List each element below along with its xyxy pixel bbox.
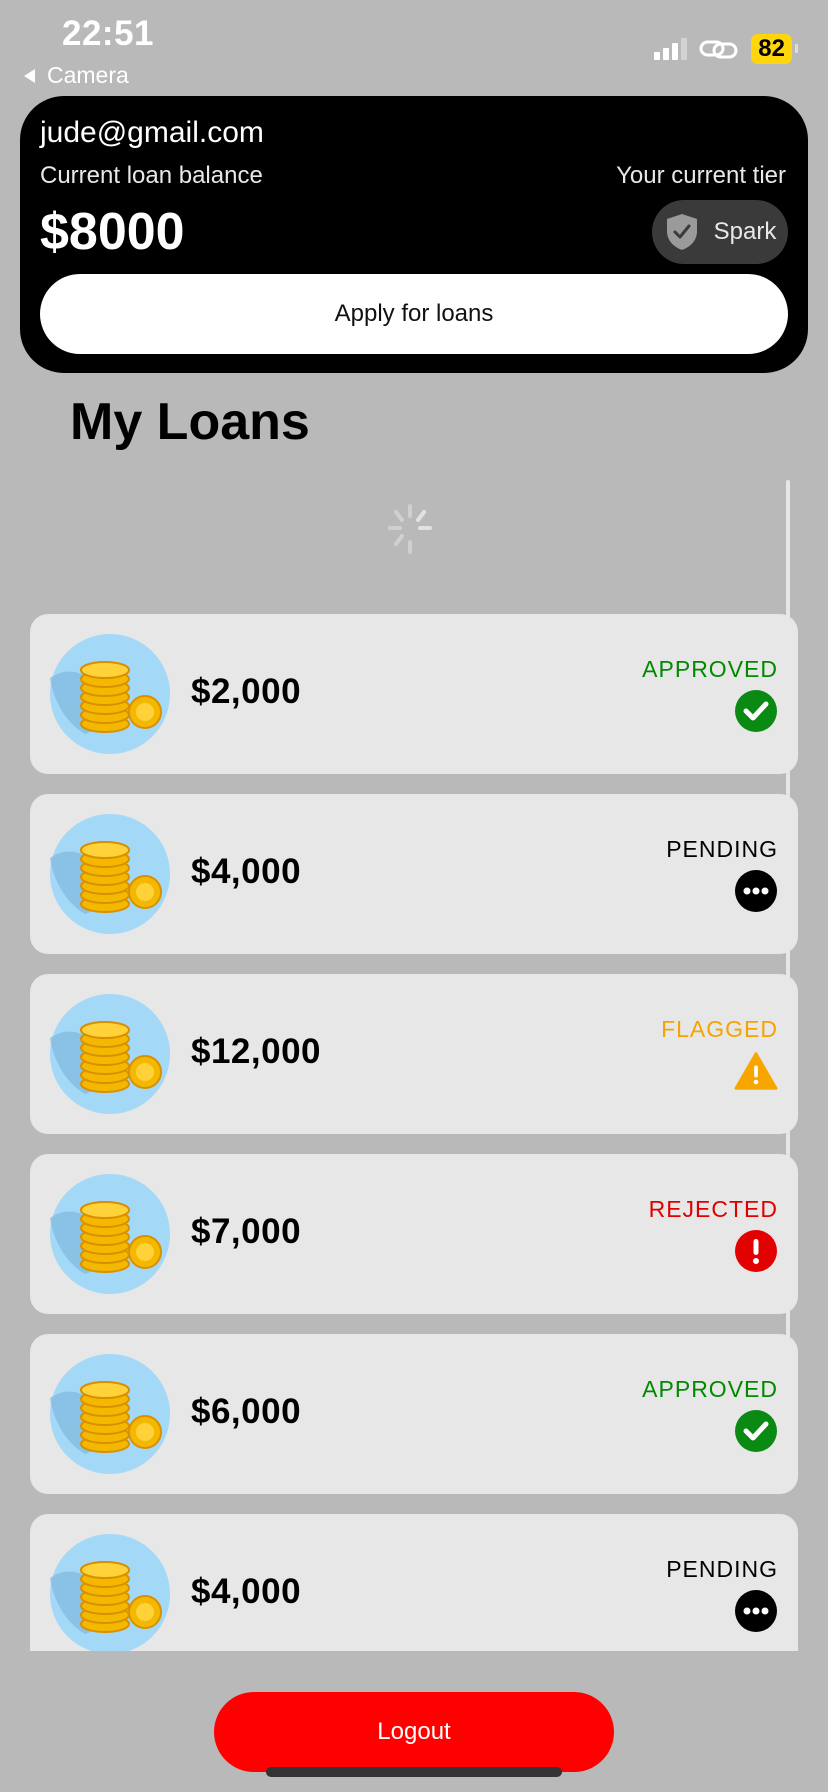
apply-for-loans-button[interactable]: Apply for loans — [40, 274, 788, 354]
more-dots-icon — [734, 869, 778, 913]
loan-amount: $4,000 — [191, 852, 302, 891]
loan-card[interactable]: $6,000 APPROVED — [30, 1334, 798, 1494]
back-label: Camera — [47, 62, 129, 88]
loan-card[interactable]: $12,000 FLAGGED — [30, 974, 798, 1134]
cellular-signal-icon — [654, 38, 688, 60]
status-label: APPROVED — [642, 656, 778, 682]
loan-status: APPROVED — [642, 656, 778, 733]
tier-badge: Spark — [652, 200, 788, 264]
status-label: PENDING — [666, 836, 778, 862]
loan-card[interactable]: $7,000 REJECTED — [30, 1154, 798, 1314]
tier-label: Your current tier — [616, 162, 786, 189]
status-label: PENDING — [666, 1556, 778, 1582]
more-dots-icon — [734, 1589, 778, 1633]
logout-button[interactable]: Logout — [214, 1692, 614, 1772]
status-label: APPROVED — [642, 1376, 778, 1402]
coins-icon — [50, 634, 170, 754]
coins-icon — [50, 814, 170, 934]
loan-amount: $2,000 — [191, 672, 302, 711]
alert-circle-icon — [734, 1229, 778, 1273]
loan-amount: $4,000 — [191, 1572, 302, 1611]
balance-label: Current loan balance — [40, 162, 263, 189]
loan-list[interactable]: $2,000 APPROVED $4,000 PENDING $12,000 F… — [30, 614, 798, 1651]
coins-icon — [50, 1174, 170, 1294]
coins-icon — [50, 1354, 170, 1474]
battery-indicator: 82 — [751, 34, 798, 64]
status-label: FLAGGED — [661, 1016, 778, 1042]
loan-amount: $12,000 — [191, 1032, 322, 1071]
coins-icon — [50, 994, 170, 1114]
tier-name: Spark — [713, 218, 777, 245]
loan-amount: $7,000 — [191, 1212, 302, 1251]
coins-icon — [50, 1534, 170, 1651]
back-to-camera-link[interactable]: Camera — [24, 62, 129, 89]
check-circle-icon — [734, 689, 778, 733]
loading-spinner-icon — [388, 504, 432, 554]
user-email: jude@gmail.com — [40, 116, 264, 149]
loan-status: REJECTED — [649, 1196, 778, 1273]
back-arrow-icon — [24, 68, 35, 83]
loan-balance: $8000 — [40, 203, 185, 261]
loan-status: FLAGGED — [661, 1016, 778, 1093]
account-header: jude@gmail.com Current loan balance Your… — [20, 96, 808, 373]
check-circle-icon — [734, 1409, 778, 1453]
loan-card[interactable]: $2,000 APPROVED — [30, 614, 798, 774]
status-time: 22:51 — [62, 14, 155, 53]
loan-card[interactable]: $4,000 PENDING — [30, 1514, 798, 1651]
loan-status: PENDING — [666, 1556, 778, 1633]
link-icon — [699, 40, 738, 59]
page-title: My Loans — [70, 393, 310, 451]
shield-check-icon — [666, 214, 697, 250]
status-indicators: 82 — [654, 34, 798, 64]
loan-amount: $6,000 — [191, 1392, 302, 1431]
warning-triangle-icon — [734, 1049, 778, 1093]
loan-card[interactable]: $4,000 PENDING — [30, 794, 798, 954]
status-label: REJECTED — [648, 1196, 778, 1222]
loan-status: APPROVED — [642, 1376, 778, 1453]
loan-status: PENDING — [666, 836, 778, 913]
home-indicator — [266, 1767, 562, 1777]
